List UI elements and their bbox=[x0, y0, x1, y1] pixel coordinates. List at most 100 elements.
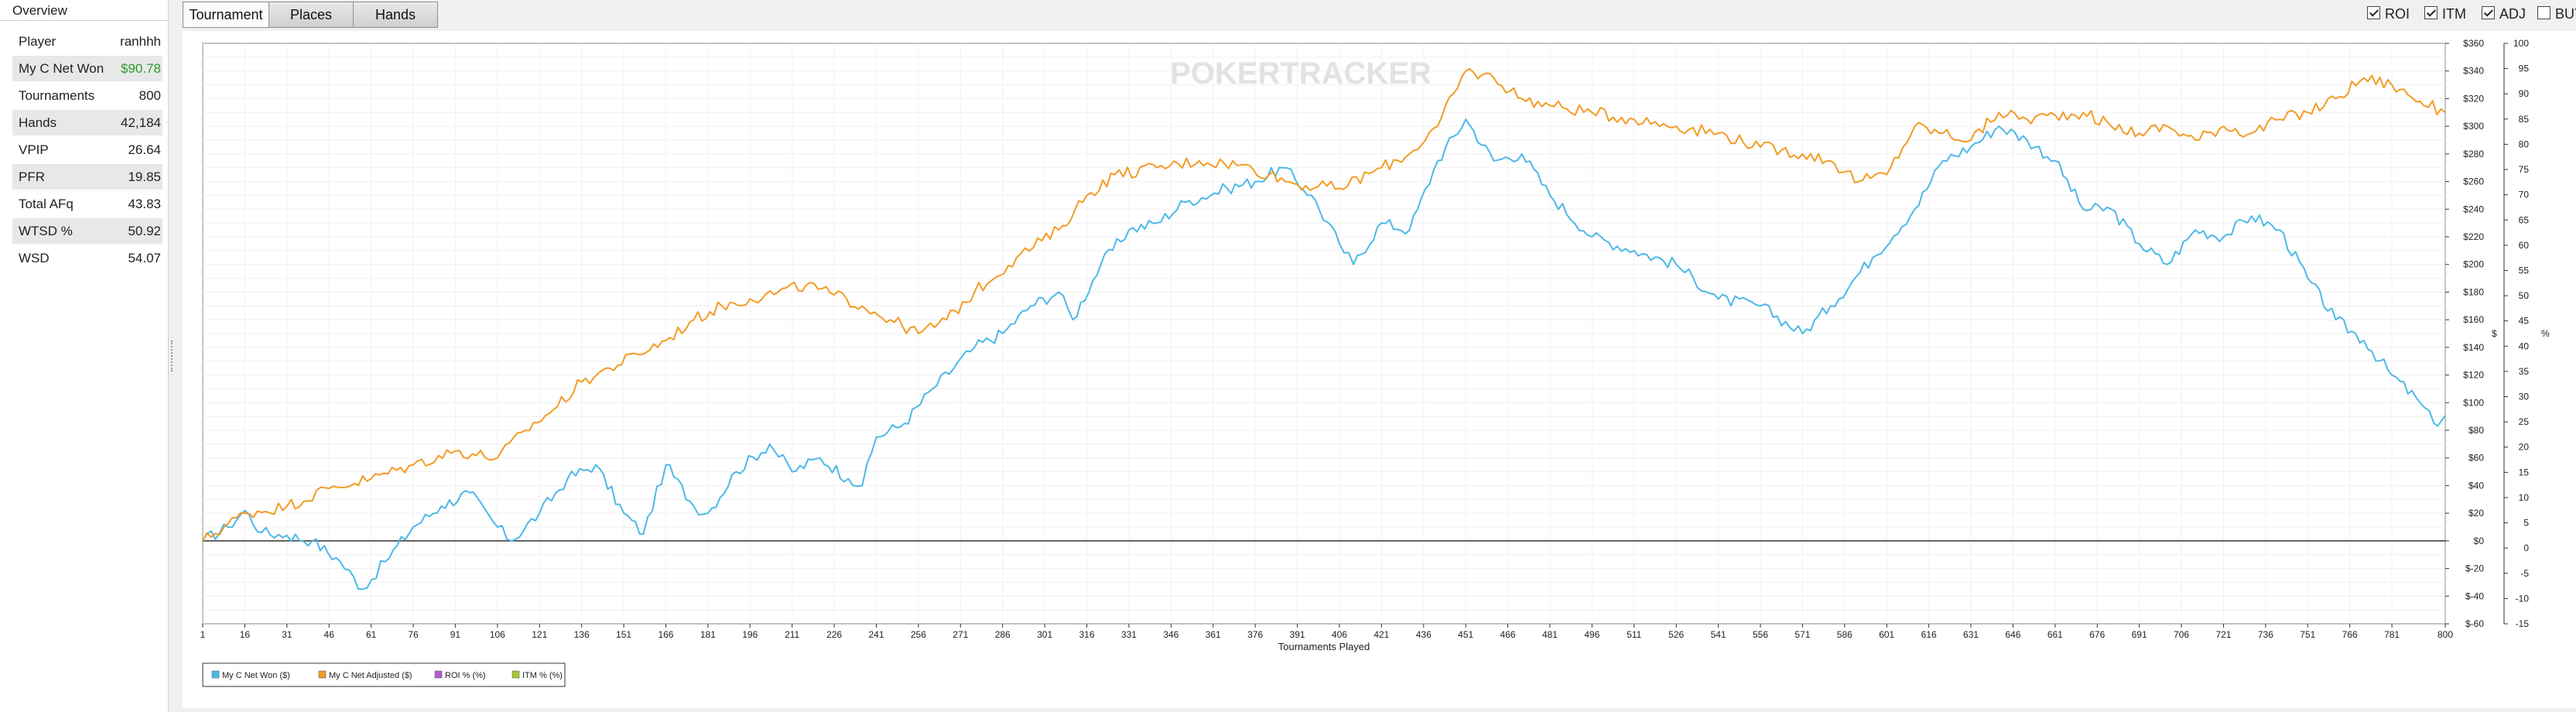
x-tick-label: 331 bbox=[1121, 629, 1137, 640]
y-tick-label: $-40 bbox=[2465, 590, 2484, 601]
toggle-buy[interactable]: BUY bbox=[2537, 4, 2576, 24]
toggle-roi[interactable]: ROI bbox=[2367, 4, 2421, 24]
stat-label: WSD bbox=[19, 251, 50, 265]
y2-tick-label: 0 bbox=[2523, 543, 2529, 553]
toggle-adj[interactable]: ADJ bbox=[2482, 4, 2536, 24]
y2-tick-label: 80 bbox=[2519, 139, 2530, 149]
x-tick-label: 136 bbox=[574, 629, 590, 640]
y2-tick-label: 15 bbox=[2519, 467, 2530, 478]
stat-row: WSD 54.07 bbox=[12, 245, 162, 271]
stat-value: 800 bbox=[139, 88, 161, 103]
y-tick-label: $200 bbox=[2463, 259, 2484, 270]
x-tick-label: 211 bbox=[785, 629, 799, 640]
x-tick-label: 676 bbox=[2089, 629, 2105, 640]
y2-tick-label: 55 bbox=[2519, 265, 2530, 276]
x-axis-label: Tournaments Played bbox=[1278, 641, 1370, 652]
stat-label: Hands bbox=[19, 115, 57, 130]
y-tick-label: $120 bbox=[2463, 370, 2484, 381]
y-tick-label: $140 bbox=[2463, 342, 2484, 353]
x-tick-label: 301 bbox=[1037, 629, 1052, 640]
x-tick-label: 601 bbox=[1879, 629, 1894, 640]
y2-tick-label: 75 bbox=[2519, 164, 2530, 175]
y-tick-label: $360 bbox=[2463, 38, 2484, 49]
x-tick-label: 766 bbox=[2342, 629, 2358, 640]
stat-value: $90.78 bbox=[121, 61, 161, 76]
x-tick-label: 451 bbox=[1458, 629, 1473, 640]
x-tick-label: 181 bbox=[700, 629, 716, 640]
x-tick-label: 226 bbox=[826, 629, 842, 640]
y2-tick-label: 60 bbox=[2519, 240, 2530, 251]
stat-row: Total AFq 43.83 bbox=[12, 191, 162, 217]
x-tick-label: 361 bbox=[1206, 629, 1221, 640]
y2-tick-label: 30 bbox=[2519, 392, 2530, 402]
x-tick-label: 541 bbox=[1711, 629, 1726, 640]
x-tick-label: 781 bbox=[2384, 629, 2400, 640]
legend-label: ITM % (%) bbox=[522, 671, 563, 680]
toggle-itm[interactable]: ITM bbox=[2424, 4, 2479, 24]
legend-swatch bbox=[318, 670, 327, 679]
x-tick-label: 496 bbox=[1584, 629, 1599, 640]
overview-divider bbox=[0, 20, 169, 21]
y-tick-label: $300 bbox=[2463, 121, 2484, 132]
x-tick-label: 736 bbox=[2258, 629, 2273, 640]
stat-value: 43.83 bbox=[128, 197, 161, 211]
x-tick-label: 376 bbox=[1247, 629, 1263, 640]
y-tick-label: $0 bbox=[2474, 536, 2485, 546]
x-tick-label: 31 bbox=[282, 629, 292, 640]
stat-label: WTSD % bbox=[19, 224, 73, 238]
y-tick-label: $160 bbox=[2463, 314, 2484, 325]
stat-row: Hands 42,184 bbox=[12, 110, 162, 135]
x-tick-label: 76 bbox=[408, 629, 419, 640]
y-tick-label: $-20 bbox=[2465, 563, 2484, 574]
legend-label: My C Net Adjusted ($) bbox=[329, 671, 412, 680]
x-tick-label: 586 bbox=[1837, 629, 1852, 640]
adj-checkbox[interactable] bbox=[2482, 6, 2495, 19]
x-tick-label: 661 bbox=[2047, 629, 2063, 640]
y2-tick-label: 50 bbox=[2519, 290, 2530, 301]
x-tick-label: 691 bbox=[2132, 629, 2147, 640]
x-tick-label: 241 bbox=[868, 629, 884, 640]
y2-tick-label: 70 bbox=[2519, 190, 2530, 200]
y2-tick-label: 10 bbox=[2519, 492, 2530, 503]
x-tick-label: 526 bbox=[1668, 629, 1684, 640]
stat-label: Total AFq bbox=[19, 197, 74, 211]
tab-places[interactable]: Places bbox=[269, 2, 354, 28]
y-tick-label: $240 bbox=[2463, 204, 2484, 214]
y2-tick-label: 35 bbox=[2519, 366, 2530, 377]
tab-hands[interactable]: Hands bbox=[353, 2, 438, 28]
y2-tick-label: -5 bbox=[2520, 568, 2529, 579]
splitter-grip-icon[interactable] bbox=[171, 341, 174, 371]
buy-checkbox[interactable] bbox=[2537, 6, 2550, 19]
overview-title: Overview bbox=[12, 3, 67, 18]
y-tick-label: $80 bbox=[2468, 425, 2484, 436]
x-tick-label: 616 bbox=[1921, 629, 1937, 640]
y2-tick-label: 25 bbox=[2519, 416, 2530, 427]
tab-tournament[interactable]: Tournament bbox=[183, 2, 269, 28]
y2-tick-label: 90 bbox=[2519, 88, 2530, 99]
adj-label: ADJ bbox=[2499, 6, 2526, 22]
profit-graph: POKERTRACKER 1 16 31 46 61 76 91 106 121 136 151 166… bbox=[200, 38, 2550, 687]
stat-label: PFR bbox=[19, 169, 45, 184]
y2-tick-label: 20 bbox=[2519, 442, 2530, 453]
y-tick-label: $100 bbox=[2463, 397, 2484, 408]
x-tick-label: 421 bbox=[1374, 629, 1389, 640]
x-tick-label: 91 bbox=[450, 629, 461, 640]
itm-checkbox[interactable] bbox=[2424, 6, 2437, 19]
stat-label: VPIP bbox=[19, 142, 49, 157]
x-tick-label: 106 bbox=[490, 629, 505, 640]
stat-value: 42,184 bbox=[121, 115, 161, 130]
x-tick-label: 151 bbox=[616, 629, 631, 640]
x-tick-label: 721 bbox=[2215, 629, 2231, 640]
stat-value: ranhhh bbox=[120, 34, 161, 49]
stat-row: WTSD % 50.92 bbox=[12, 218, 162, 244]
x-tick-label: 706 bbox=[2174, 629, 2189, 640]
x-tick-label: 391 bbox=[1290, 629, 1305, 640]
x-tick-label: 46 bbox=[324, 629, 335, 640]
y2-tick-label: 5 bbox=[2523, 518, 2529, 529]
y-tick-label: $260 bbox=[2463, 176, 2484, 187]
x-tick-label: 406 bbox=[1332, 629, 1347, 640]
x-tick-label: 286 bbox=[995, 629, 1011, 640]
x-tick-label: 196 bbox=[742, 629, 758, 640]
roi-checkbox[interactable] bbox=[2367, 6, 2380, 19]
y-tick-label: $40 bbox=[2468, 480, 2484, 491]
